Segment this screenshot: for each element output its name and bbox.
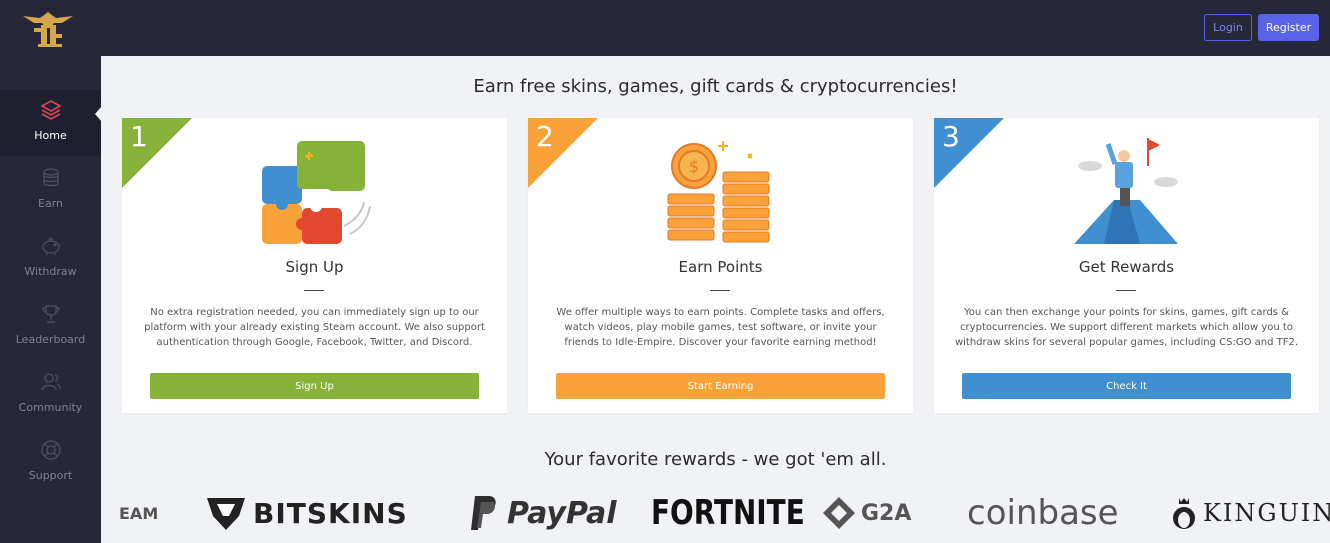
coinbase-logo: coinbase bbox=[967, 493, 1119, 533]
sidebar-item-support[interactable]: Support bbox=[0, 430, 101, 496]
svg-text:$: $ bbox=[689, 157, 699, 176]
piggy-bank-icon bbox=[39, 234, 63, 258]
lifebuoy-icon bbox=[39, 438, 63, 462]
sidebar: Home Earn Withdraw Leaderboard Community… bbox=[0, 56, 101, 543]
sidebar-item-label: Earn bbox=[38, 197, 63, 210]
brand-logo-strip: EAM BITSKINS PayPal FORTNITE G2A coinbas… bbox=[101, 485, 1330, 543]
divider bbox=[710, 290, 730, 291]
sign-up-button[interactable]: Sign Up bbox=[150, 373, 479, 399]
kinguin-logo: KINGUIN bbox=[1171, 491, 1330, 535]
step-description: You can then exchange your points for sk… bbox=[954, 307, 1299, 348]
divider bbox=[1116, 290, 1136, 291]
step-title: Earn Points bbox=[678, 258, 763, 276]
step-description: No extra registration needed, you can im… bbox=[144, 307, 485, 348]
kinguin-icon bbox=[1173, 498, 1195, 529]
idle-empire-logo[interactable] bbox=[20, 6, 76, 50]
layers-icon bbox=[39, 98, 63, 122]
sidebar-item-withdraw[interactable]: Withdraw bbox=[0, 226, 101, 292]
step-card-get-rewards: 3 Get Rewards You can then exchange your… bbox=[934, 118, 1319, 413]
top-bar: Login Register bbox=[0, 0, 1330, 56]
sidebar-item-label: Home bbox=[34, 129, 67, 142]
step-description: We offer multiple ways to earn points. C… bbox=[556, 307, 885, 348]
coin-stacks-icon: $ bbox=[528, 136, 913, 266]
rewards-title: Your favorite rewards - we got 'em all. bbox=[544, 449, 887, 470]
g2a-icon bbox=[823, 497, 855, 529]
check-it-button[interactable]: Check It bbox=[962, 373, 1291, 399]
step-title: Sign Up bbox=[285, 258, 344, 276]
sidebar-item-label: Withdraw bbox=[24, 265, 77, 278]
steam-logo: EAM bbox=[119, 503, 159, 523]
sidebar-item-home[interactable]: Home bbox=[0, 90, 101, 156]
trophy-icon bbox=[39, 302, 63, 326]
start-earning-button[interactable]: Start Earning bbox=[556, 373, 885, 399]
puzzle-icon bbox=[122, 136, 507, 266]
paypal-icon bbox=[471, 496, 496, 530]
paypal-logo: PayPal bbox=[469, 491, 617, 535]
g2a-logo: G2A bbox=[821, 491, 911, 535]
sidebar-item-earn[interactable]: Earn bbox=[0, 158, 101, 224]
mountain-summit-icon bbox=[934, 136, 1319, 266]
active-indicator bbox=[95, 106, 102, 122]
divider bbox=[304, 290, 324, 291]
sidebar-item-label: Leaderboard bbox=[15, 333, 86, 346]
step-card-sign-up: 1 Sign Up No extra registration needed, … bbox=[122, 118, 507, 413]
fortnite-logo: FORTNITE bbox=[651, 493, 805, 533]
sidebar-item-label: Support bbox=[28, 469, 73, 482]
login-button[interactable]: Login bbox=[1204, 14, 1252, 41]
step-card-earn-points: 2 $ Earn Points We offer multiple ways t… bbox=[528, 118, 913, 413]
bitskins-logo: BITSKINS bbox=[205, 491, 408, 535]
bitskins-icon bbox=[207, 498, 245, 530]
users-icon bbox=[39, 370, 63, 394]
register-button[interactable]: Register bbox=[1258, 14, 1319, 41]
coins-icon bbox=[39, 166, 63, 190]
step-title: Get Rewards bbox=[1078, 258, 1175, 276]
sidebar-item-leaderboard[interactable]: Leaderboard bbox=[0, 294, 101, 360]
page-title: Earn free skins, games, gift cards & cry… bbox=[473, 76, 958, 97]
sidebar-item-community[interactable]: Community bbox=[0, 362, 101, 428]
sidebar-item-label: Community bbox=[18, 401, 83, 414]
